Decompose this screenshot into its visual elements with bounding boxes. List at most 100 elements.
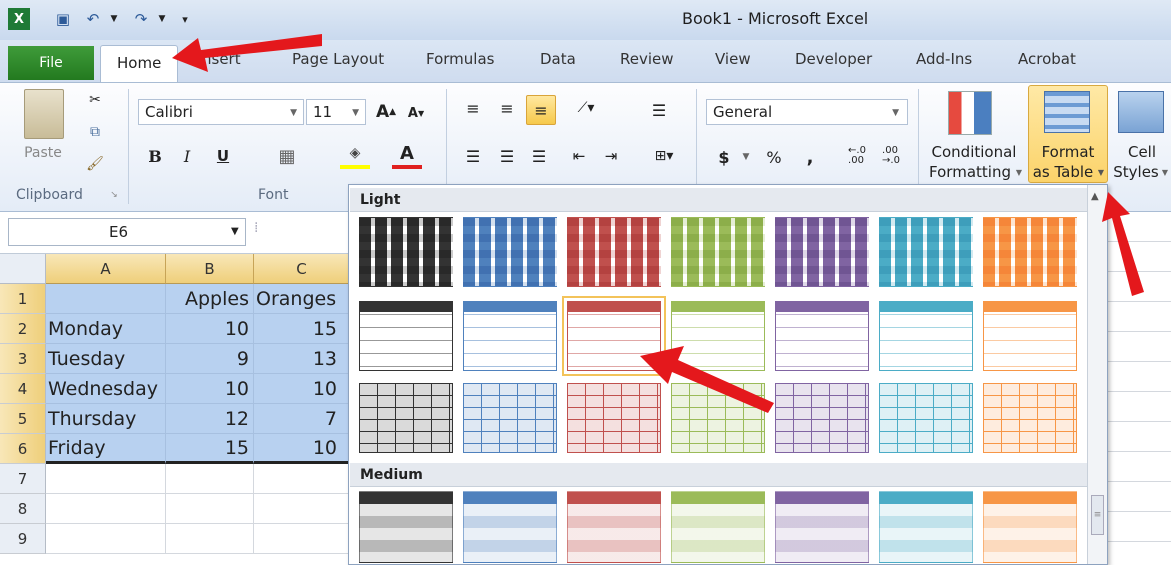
table-style-option[interactable] xyxy=(463,301,557,371)
align-middle-icon[interactable]: ≡ xyxy=(494,95,520,121)
column-header-c[interactable]: C xyxy=(254,254,350,284)
font-size-select[interactable]: 11 ▼ xyxy=(306,99,366,125)
table-style-option[interactable] xyxy=(463,383,557,453)
table-style-option[interactable] xyxy=(879,217,973,287)
column-header-a[interactable]: A xyxy=(46,254,166,284)
row-header[interactable]: 9 xyxy=(0,524,46,554)
paste-icon[interactable] xyxy=(24,89,64,139)
fill-color-icon[interactable]: ◈ xyxy=(340,141,370,169)
gallery-scrollbar[interactable]: ▲ ≡ xyxy=(1087,185,1107,564)
row-header[interactable]: 2 xyxy=(0,314,46,344)
cell-styles-label2[interactable]: Styles xyxy=(1110,163,1162,181)
row-header[interactable]: 5 xyxy=(0,404,46,434)
chevron-down-icon[interactable]: ▼ xyxy=(231,226,239,237)
tab-acrobat[interactable]: Acrobat xyxy=(1018,50,1076,68)
name-box[interactable]: E6 ▼ xyxy=(8,218,246,246)
cell-b3[interactable]: 9 xyxy=(166,344,254,374)
cell-styles-label1[interactable]: Cell xyxy=(1118,143,1166,161)
table-style-option[interactable] xyxy=(359,383,453,453)
currency-button[interactable]: $ xyxy=(714,145,734,169)
cell-b9[interactable] xyxy=(166,524,254,554)
customize-toolbar-icon[interactable]: ▾ xyxy=(178,8,192,30)
table-style-option[interactable] xyxy=(671,491,765,563)
increase-indent-icon[interactable]: ⇥ xyxy=(598,143,624,169)
increase-decimal-icon[interactable]: ←.0.00 xyxy=(842,143,872,169)
cell-a4[interactable]: Wednesday xyxy=(46,374,166,404)
cell-styles-dropdown-icon[interactable]: ▼ xyxy=(1160,165,1170,179)
cell-c2[interactable]: 15 xyxy=(254,314,350,344)
bold-button[interactable]: B xyxy=(142,143,168,169)
table-style-option[interactable] xyxy=(562,296,666,376)
cell-styles-icon[interactable] xyxy=(1118,91,1164,133)
table-style-option[interactable] xyxy=(879,301,973,371)
conditional-formatting-label2[interactable]: Formatting xyxy=(922,163,1018,181)
row-header[interactable]: 3 xyxy=(0,344,46,374)
font-name-select[interactable]: Calibri ▼ xyxy=(138,99,304,125)
table-style-option[interactable] xyxy=(567,217,661,287)
cell-b8[interactable] xyxy=(166,494,254,524)
save-icon[interactable]: ▣ xyxy=(52,8,74,30)
align-center-icon[interactable]: ☰ xyxy=(494,143,520,169)
table-style-option[interactable] xyxy=(983,491,1077,563)
tab-developer[interactable]: Developer xyxy=(795,50,872,68)
cell-a6[interactable]: Friday xyxy=(46,434,166,464)
row-header[interactable]: 1 xyxy=(0,284,46,314)
table-style-option[interactable] xyxy=(983,301,1077,371)
cell-c1[interactable]: Oranges xyxy=(254,284,350,314)
clipboard-launcher-icon[interactable]: ↘ xyxy=(108,189,120,201)
table-style-option[interactable] xyxy=(879,383,973,453)
currency-dropdown-icon[interactable]: ▼ xyxy=(740,149,752,165)
align-bottom-icon[interactable]: ≡ xyxy=(526,95,556,125)
align-right-icon[interactable]: ☰ xyxy=(526,143,552,169)
table-style-option[interactable] xyxy=(775,491,869,563)
cell-c3[interactable]: 13 xyxy=(254,344,350,374)
table-style-option[interactable] xyxy=(775,301,869,371)
tab-formulas[interactable]: Formulas xyxy=(426,50,494,68)
undo-dropdown-icon[interactable]: ▼ xyxy=(108,8,120,30)
row-header[interactable]: 4 xyxy=(0,374,46,404)
copy-icon[interactable]: ⧉ xyxy=(82,121,108,143)
align-left-icon[interactable]: ☰ xyxy=(460,143,486,169)
conditional-formatting-dropdown-icon[interactable]: ▼ xyxy=(1014,165,1024,179)
cell-c4[interactable]: 10 xyxy=(254,374,350,404)
table-style-option[interactable] xyxy=(567,491,661,563)
tab-file[interactable]: File xyxy=(8,46,94,80)
merge-center-icon[interactable]: ⊞▾ xyxy=(644,143,684,169)
cell-b7[interactable] xyxy=(166,464,254,494)
table-style-option[interactable] xyxy=(775,217,869,287)
table-style-option[interactable] xyxy=(359,491,453,563)
format-painter-icon[interactable]: 🖌 xyxy=(84,153,106,175)
cell-c6[interactable]: 10 xyxy=(254,434,350,464)
table-style-option[interactable] xyxy=(671,301,765,371)
cell-c8[interactable] xyxy=(254,494,350,524)
cell-a8[interactable] xyxy=(46,494,166,524)
table-style-option[interactable] xyxy=(671,383,765,453)
underline-button[interactable]: U xyxy=(210,143,236,169)
comma-button[interactable]: , xyxy=(800,145,820,169)
italic-button[interactable]: I xyxy=(174,143,200,169)
select-all-corner[interactable] xyxy=(0,254,46,284)
cell-c5[interactable]: 7 xyxy=(254,404,350,434)
grow-font-icon[interactable]: A ▲ xyxy=(374,99,398,125)
cell-a9[interactable] xyxy=(46,524,166,554)
cell-b6[interactable]: 15 xyxy=(166,434,254,464)
number-format-select[interactable]: General ▼ xyxy=(706,99,908,125)
cell-b1[interactable]: Apples xyxy=(166,284,254,314)
table-style-option[interactable] xyxy=(983,383,1077,453)
tab-data[interactable]: Data xyxy=(540,50,576,68)
column-header-b[interactable]: B xyxy=(166,254,254,284)
table-style-option[interactable] xyxy=(775,383,869,453)
cell-c9[interactable] xyxy=(254,524,350,554)
conditional-formatting-label1[interactable]: Conditional xyxy=(924,143,1024,161)
row-header[interactable]: 7 xyxy=(0,464,46,494)
scroll-thumb[interactable]: ≡ xyxy=(1091,495,1104,535)
decrease-decimal-icon[interactable]: .00 →.0 xyxy=(876,143,906,169)
tab-page-layout[interactable]: Page Layout xyxy=(292,50,384,68)
table-style-option[interactable] xyxy=(879,491,973,563)
worksheet-grid[interactable]: A B C 1 Apples Oranges 2 Monday 10 15 3 … xyxy=(0,254,350,565)
paste-button[interactable]: Paste xyxy=(18,143,68,163)
tab-addins[interactable]: Add-Ins xyxy=(916,50,972,68)
conditional-formatting-icon[interactable] xyxy=(948,91,992,135)
table-style-option[interactable] xyxy=(359,217,453,287)
row-header[interactable]: 6 xyxy=(0,434,46,464)
